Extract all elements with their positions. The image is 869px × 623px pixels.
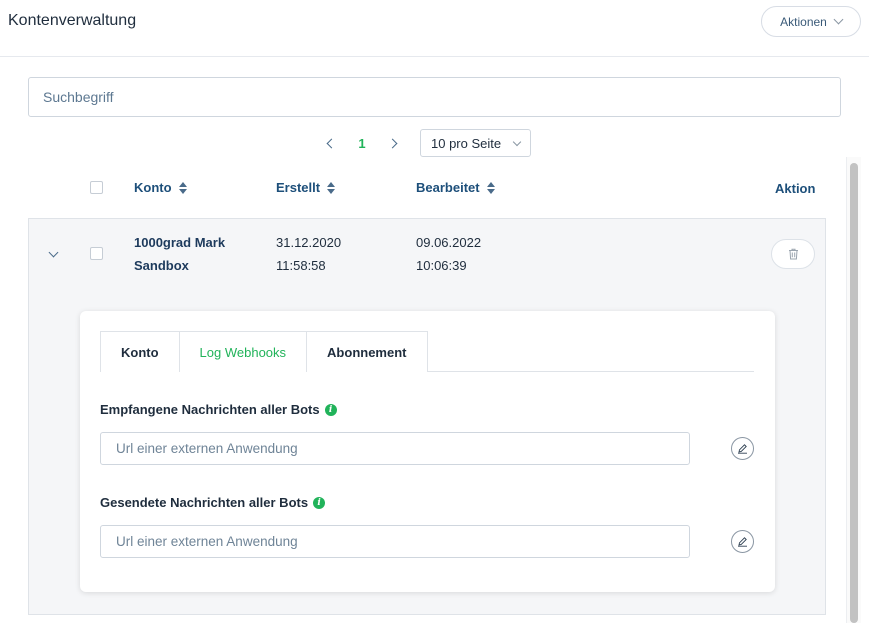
column-header-label: Aktion [775, 181, 816, 196]
next-page-button[interactable] [382, 129, 406, 157]
cell-bearbeitet: 09.06.2022 10:06:39 [416, 231, 481, 277]
info-icon[interactable]: i [313, 496, 326, 509]
column-header-erstellt[interactable]: Erstellt [276, 180, 336, 195]
column-header-konto[interactable]: Konto [134, 180, 187, 195]
received-messages-label: Empfangene Nachrichten aller Bots i [100, 402, 337, 417]
chevron-down-icon [833, 14, 844, 25]
per-page-select[interactable]: 10 pro Seite [420, 129, 531, 157]
cell-erstellt: 31.12.2020 11:58:58 [276, 231, 341, 277]
account-detail-panel: Konto Log Webhooks Abonnement Empfangene… [80, 311, 775, 592]
pencil-icon [738, 444, 747, 454]
row-checkbox[interactable] [90, 247, 103, 260]
page-number-current[interactable]: 1 [347, 136, 377, 151]
header-bar: Kontenverwaltung Aktionen [0, 0, 869, 57]
column-header-aktion: Aktion [775, 181, 815, 196]
chevron-left-icon [326, 138, 337, 148]
konto-name-line2: Sandbox [134, 258, 189, 273]
sent-messages-label: Gesendete Nachrichten aller Bots i [100, 495, 326, 510]
search-input[interactable] [28, 77, 841, 117]
sort-icon [178, 181, 187, 194]
bearbeitet-date: 09.06.2022 [416, 235, 482, 250]
erstellt-time: 11:58:58 [276, 258, 326, 273]
actions-dropdown-button[interactable]: Aktionen [761, 6, 861, 37]
detail-tabs: Konto Log Webhooks Abonnement [100, 331, 754, 372]
received-webhook-url-input[interactable] [100, 432, 690, 465]
select-all-checkbox[interactable] [90, 181, 103, 194]
prev-page-button[interactable] [318, 129, 342, 157]
received-label-text: Empfangene Nachrichten aller Bots [100, 402, 320, 417]
column-header-label: Konto [134, 180, 172, 195]
tab-abonnement[interactable]: Abonnement [306, 331, 428, 372]
sent-webhook-url-input[interactable] [100, 525, 690, 558]
sent-label-text: Gesendete Nachrichten aller Bots [100, 495, 309, 510]
erstellt-date: 31.12.2020 [276, 235, 342, 250]
pagination: 1 10 pro Seite [318, 129, 531, 157]
page-title: Kontenverwaltung [8, 12, 137, 29]
pencil-icon [738, 537, 747, 547]
column-header-label: Bearbeitet [416, 180, 480, 195]
tab-log-webhooks[interactable]: Log Webhooks [178, 331, 308, 372]
column-header-label: Erstellt [276, 180, 321, 195]
info-icon[interactable]: i [324, 403, 337, 416]
sort-icon [486, 181, 495, 194]
scrollbar[interactable] [846, 157, 861, 623]
bearbeitet-time: 10:06:39 [416, 258, 467, 273]
actions-label: Aktionen [780, 14, 827, 29]
konto-name-line1: 1000grad Mark [134, 235, 226, 250]
scrollbar-thumb[interactable] [850, 163, 858, 623]
sort-icon [327, 181, 336, 194]
cell-konto: 1000grad Mark Sandbox [134, 231, 225, 277]
edit-received-webhook-button[interactable] [731, 437, 754, 460]
edit-sent-webhook-button[interactable] [731, 530, 754, 553]
delete-button[interactable] [771, 239, 815, 269]
per-page-value: 10 pro Seite [431, 135, 502, 151]
chevron-right-icon [387, 138, 398, 148]
chevron-down-icon [512, 137, 522, 146]
trash-icon [788, 248, 798, 260]
tab-konto[interactable]: Konto [100, 331, 180, 372]
column-header-bearbeitet[interactable]: Bearbeitet [416, 180, 495, 195]
